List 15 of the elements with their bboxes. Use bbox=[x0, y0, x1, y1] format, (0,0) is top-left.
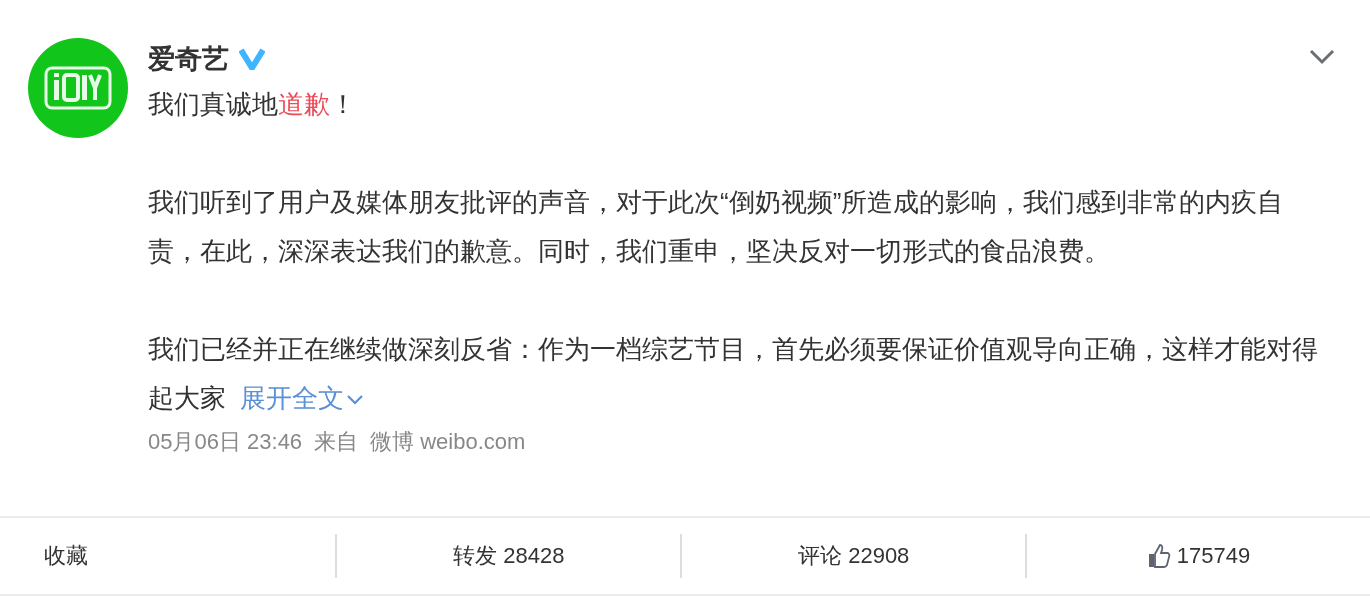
author-name[interactable]: 爱奇艺 bbox=[148, 41, 229, 77]
post-paragraph: 我们已经并正在继续做深刻反省：作为一档综艺节目，首先必须要保证价值观导向正确，这样才能对得起大家 展开全文 bbox=[148, 333, 1319, 415]
action-link[interactable]: 收藏 bbox=[44, 541, 88, 571]
post-paragraph: 我们听到了用户及媒体朋友批评的声音，对于此次“倒奶视频”所造成的影响，我们感到非常的内疚自责，在此，深深表达我们的歉意。同时，我们重申，坚决反对一切形式的食品浪费。 bbox=[148, 186, 1285, 268]
like-count[interactable]: 175749 bbox=[1176, 543, 1251, 569]
caret-icon[interactable] bbox=[346, 394, 364, 407]
chevron-down-icon[interactable] bbox=[1308, 48, 1336, 66]
action-link[interactable]: 评论 22908 bbox=[798, 541, 910, 571]
post-time[interactable]: 05月06日 23:46 bbox=[148, 427, 303, 457]
thumbs-up-icon[interactable] bbox=[1146, 543, 1171, 569]
source-link[interactable]: 微博 weibo.com bbox=[370, 427, 526, 457]
source-label: 来自 bbox=[314, 428, 359, 456]
post-headline: 我们真诚地道歉！ bbox=[148, 88, 357, 121]
keyword-link[interactable]: 道歉 bbox=[278, 89, 330, 119]
action-link[interactable]: 转发 28428 bbox=[453, 541, 565, 571]
